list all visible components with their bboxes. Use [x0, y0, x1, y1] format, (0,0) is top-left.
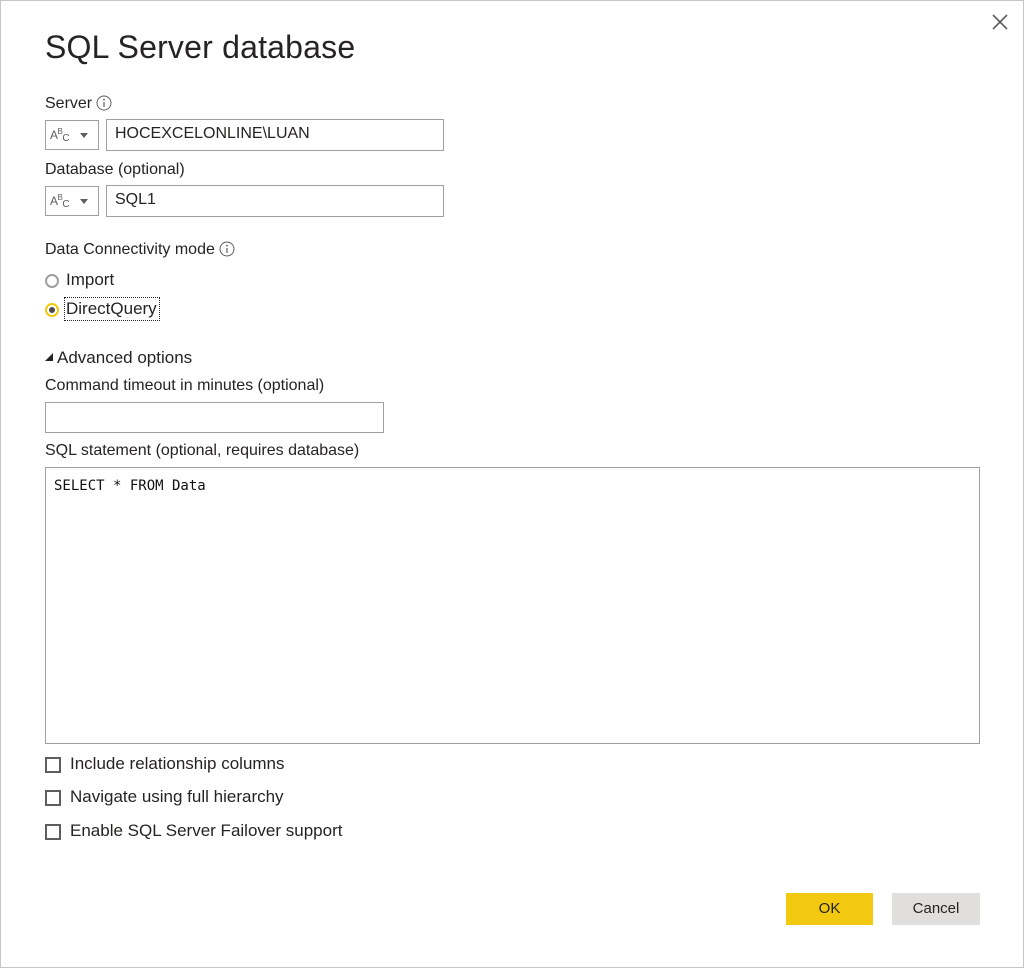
- abc-type-icon: ABC: [50, 127, 70, 144]
- timeout-label: Command timeout in minutes (optional): [45, 377, 325, 394]
- database-type-dropdown[interactable]: ABC: [45, 186, 99, 216]
- checkbox-label: Include relationship columns: [70, 754, 285, 773]
- close-icon: [992, 14, 1008, 30]
- checkbox[interactable]: [45, 824, 61, 840]
- radio-button-checked[interactable]: [45, 303, 59, 317]
- advanced-options-label: Advanced options: [57, 348, 193, 367]
- chevron-down-icon: [80, 199, 88, 204]
- ok-button[interactable]: OK: [786, 893, 873, 925]
- server-type-dropdown[interactable]: ABC: [45, 120, 99, 150]
- sql-statement-textarea[interactable]: SELECT * FROM Data: [45, 467, 980, 744]
- radio-button[interactable]: [45, 274, 59, 288]
- advanced-options-toggle[interactable]: Advanced options: [45, 348, 192, 368]
- checkbox-label: Navigate using full hierarchy: [70, 787, 284, 806]
- chevron-down-icon: [80, 133, 88, 138]
- cancel-button[interactable]: Cancel: [892, 893, 980, 925]
- expand-triangle-icon: [45, 353, 53, 361]
- timeout-input[interactable]: [45, 402, 384, 433]
- dialog-title: SQL Server database: [45, 29, 356, 65]
- database-label: Database (optional): [45, 161, 185, 178]
- sql-server-database-dialog: SQL Server database Server ABC HOCEXCELO…: [0, 0, 1024, 968]
- server-input[interactable]: HOCEXCELONLINE\LUAN: [106, 119, 444, 151]
- database-input[interactable]: SQL1: [106, 185, 444, 217]
- sql-statement-label: SQL statement (optional, requires databa…: [45, 442, 360, 459]
- abc-type-icon: ABC: [50, 193, 70, 210]
- close-button[interactable]: [987, 9, 1013, 35]
- connectivity-label-row: Data Connectivity mode: [45, 241, 235, 262]
- server-label-row: Server: [45, 95, 112, 116]
- checkbox-label: Enable SQL Server Failover support: [70, 821, 343, 840]
- server-label: Server: [45, 95, 93, 112]
- radio-label-directquery: DirectQuery: [64, 297, 160, 321]
- checkbox[interactable]: [45, 790, 61, 806]
- checkbox[interactable]: [45, 757, 61, 773]
- connectivity-label: Data Connectivity mode: [45, 241, 215, 258]
- info-icon[interactable]: [96, 95, 112, 116]
- radio-label-import: Import: [66, 270, 115, 289]
- info-icon[interactable]: [219, 241, 235, 262]
